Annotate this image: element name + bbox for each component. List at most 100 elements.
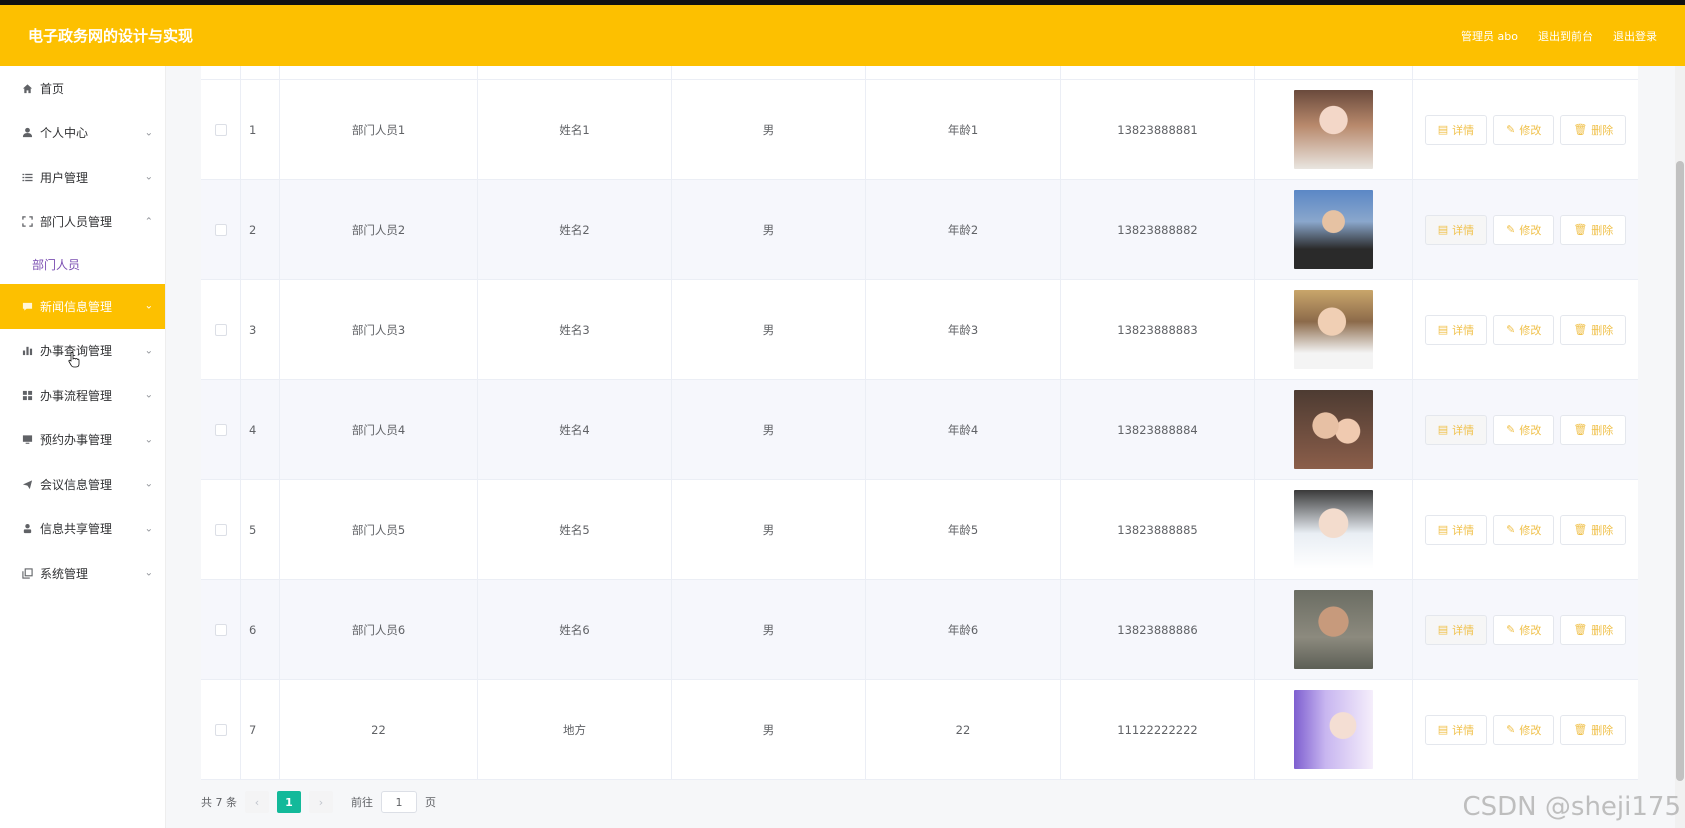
chart-icon xyxy=(20,344,34,358)
table-row: 5 部门人员5 姓名5 男年龄5 13823888885 ▤ 详情 ✎ 修改 🗑 删除 xyxy=(201,480,1638,580)
cell-name: 姓名2 xyxy=(478,180,672,279)
delete-button[interactable]: 🗑 删除 xyxy=(1560,314,1627,345)
goto-page-input[interactable] xyxy=(381,791,417,813)
row-checkbox[interactable] xyxy=(214,523,227,536)
row-index: 1 xyxy=(241,80,280,179)
document-icon: ▤ xyxy=(1437,523,1449,536)
row-checkbox[interactable] xyxy=(214,123,227,136)
detail-button[interactable]: ▤ 详情 xyxy=(1424,114,1488,145)
vertical-scrollbar[interactable] xyxy=(1675,66,1685,828)
edit-button[interactable]: ✎ 修改 xyxy=(1493,714,1555,745)
detail-button[interactable]: ▤ 详情 xyxy=(1424,214,1488,245)
edit-icon: ✎ xyxy=(1506,623,1516,636)
logout-link[interactable]: 退出登录 xyxy=(1613,28,1657,44)
detail-button[interactable]: ▤ 详情 xyxy=(1424,514,1488,545)
sidebar-item-affairs-process[interactable]: 办事流程管理 ⌄ xyxy=(0,373,165,418)
detail-button[interactable]: ▤ 详情 xyxy=(1424,714,1488,745)
chevron-down-icon: ⌄ xyxy=(144,345,153,357)
row-index: 5 xyxy=(241,480,280,579)
avatar xyxy=(1294,290,1373,369)
row-checkbox[interactable] xyxy=(214,423,227,436)
edit-button[interactable]: ✎ 修改 xyxy=(1493,414,1555,445)
cell-name: 姓名6 xyxy=(478,580,672,679)
delete-button[interactable]: 🗑 删除 xyxy=(1560,114,1627,145)
edit-button[interactable]: ✎ 修改 xyxy=(1493,314,1555,345)
cell-phone: 13823888886 xyxy=(1061,580,1255,679)
trash-icon: 🗑 xyxy=(1573,323,1588,336)
chevron-down-icon: ⌄ xyxy=(144,389,153,401)
pagination: 共 7 条 ‹ 1 › 前往 页 xyxy=(201,791,436,813)
sidebar-item-department-staff[interactable]: 部门人员管理 ⌃ xyxy=(0,200,165,245)
row-checkbox[interactable] xyxy=(214,723,227,736)
next-page-button[interactable]: › xyxy=(309,791,333,813)
cell-phone: 13823888884 xyxy=(1061,380,1255,479)
detail-button[interactable]: ▤ 详情 xyxy=(1424,614,1488,645)
row-checkbox[interactable] xyxy=(214,623,227,636)
cell-phone: 11122222222 xyxy=(1061,680,1255,779)
cell-phone: 13823888885 xyxy=(1061,480,1255,579)
scrollbar-thumb[interactable] xyxy=(1676,161,1684,781)
cell-department-staff: 部门人员1 xyxy=(280,80,478,179)
page-number-button[interactable]: 1 xyxy=(277,791,301,813)
sidebar-item-personal-center[interactable]: 个人中心 ⌄ xyxy=(0,111,165,156)
watermark: CSDN @sheji175 xyxy=(1462,792,1682,822)
sidebar-item-meeting[interactable]: 会议信息管理 ⌄ xyxy=(0,462,165,507)
sidebar-subitem-department-staff[interactable]: 部门人员 xyxy=(0,244,165,284)
app-title: 电子政务网的设计与实现 xyxy=(28,27,194,45)
sidebar-item-user-management[interactable]: 用户管理 ⌄ xyxy=(0,155,165,200)
edit-button[interactable]: ✎ 修改 xyxy=(1493,114,1555,145)
edit-button[interactable]: ✎ 修改 xyxy=(1493,214,1555,245)
chevron-down-icon: ⌄ xyxy=(144,127,153,139)
sidebar-item-appointment[interactable]: 预约办事管理 ⌄ xyxy=(0,418,165,463)
edit-button[interactable]: ✎ 修改 xyxy=(1493,514,1555,545)
copy-icon xyxy=(20,566,34,580)
row-actions: ▤ 详情 ✎ 修改 🗑 删除 xyxy=(1413,80,1638,179)
sidebar-item-label: 会议信息管理 xyxy=(40,477,113,492)
delete-button[interactable]: 🗑 删除 xyxy=(1560,514,1627,545)
row-checkbox[interactable] xyxy=(214,323,227,336)
prev-page-button[interactable]: ‹ xyxy=(245,791,269,813)
sidebar: 首页 个人中心 ⌄ 用户管理 ⌄ 部门人员管理 ⌃ 部门人员 新闻信息管理 ⌄ … xyxy=(0,66,166,828)
table-row: 6 部门人员6 姓名6 男年龄6 13823888886 ▤ 详情 ✎ 修改 🗑 删除 xyxy=(201,580,1638,680)
row-checkbox[interactable] xyxy=(214,223,227,236)
sidebar-item-home[interactable]: 首页 xyxy=(0,66,165,111)
cell-name: 地方 xyxy=(478,680,672,779)
sidebar-item-affairs-query[interactable]: 办事查询管理 ⌄ xyxy=(0,329,165,374)
detail-button[interactable]: ▤ 详情 xyxy=(1424,314,1488,345)
edit-icon: ✎ xyxy=(1506,123,1516,136)
trash-icon: 🗑 xyxy=(1573,223,1588,236)
person-icon xyxy=(20,522,34,536)
row-actions: ▤ 详情 ✎ 修改 🗑 删除 xyxy=(1413,480,1638,579)
table-row: 7 22 地方男 22 11122222222 ▤ 详情 ✎ 修改 🗑 删除 xyxy=(201,680,1638,780)
cell-name: 姓名4 xyxy=(478,380,672,479)
header-actions: 管理员 abo 退出到前台 退出登录 xyxy=(1461,28,1657,44)
trash-icon: 🗑 xyxy=(1573,723,1588,736)
back-to-frontend-link[interactable]: 退出到前台 xyxy=(1538,28,1593,44)
send-icon xyxy=(20,477,34,491)
edit-icon: ✎ xyxy=(1506,423,1516,436)
document-icon: ▤ xyxy=(1437,723,1449,736)
detail-button[interactable]: ▤ 详情 xyxy=(1424,414,1488,445)
sidebar-item-label: 用户管理 xyxy=(40,170,89,185)
cell-age: 年龄4 xyxy=(866,380,1061,479)
delete-button[interactable]: 🗑 删除 xyxy=(1560,214,1627,245)
edit-button[interactable]: ✎ 修改 xyxy=(1493,614,1555,645)
cell-age: 年龄6 xyxy=(866,580,1061,679)
sidebar-item-news[interactable]: 新闻信息管理 ⌄ xyxy=(0,284,165,329)
sidebar-item-label: 部门人员管理 xyxy=(40,215,113,230)
edit-icon: ✎ xyxy=(1506,523,1516,536)
sidebar-item-system[interactable]: 系统管理 ⌄ xyxy=(0,551,165,596)
delete-button[interactable]: 🗑 删除 xyxy=(1560,714,1627,745)
cell-phone: 13823888883 xyxy=(1061,280,1255,379)
delete-button[interactable]: 🗑 删除 xyxy=(1560,614,1627,645)
sidebar-item-info-sharing[interactable]: 信息共享管理 ⌄ xyxy=(0,507,165,552)
monitor-icon xyxy=(20,433,34,447)
sidebar-item-label: 首页 xyxy=(40,81,65,96)
chevron-down-icon: ⌄ xyxy=(144,567,153,579)
sidebar-item-label: 新闻信息管理 xyxy=(40,299,113,314)
cell-name: 姓名1 xyxy=(478,80,672,179)
edit-icon: ✎ xyxy=(1506,323,1516,336)
user-label: 管理员 abo xyxy=(1461,29,1518,43)
delete-button[interactable]: 🗑 删除 xyxy=(1560,414,1627,445)
document-icon: ▤ xyxy=(1437,223,1449,236)
